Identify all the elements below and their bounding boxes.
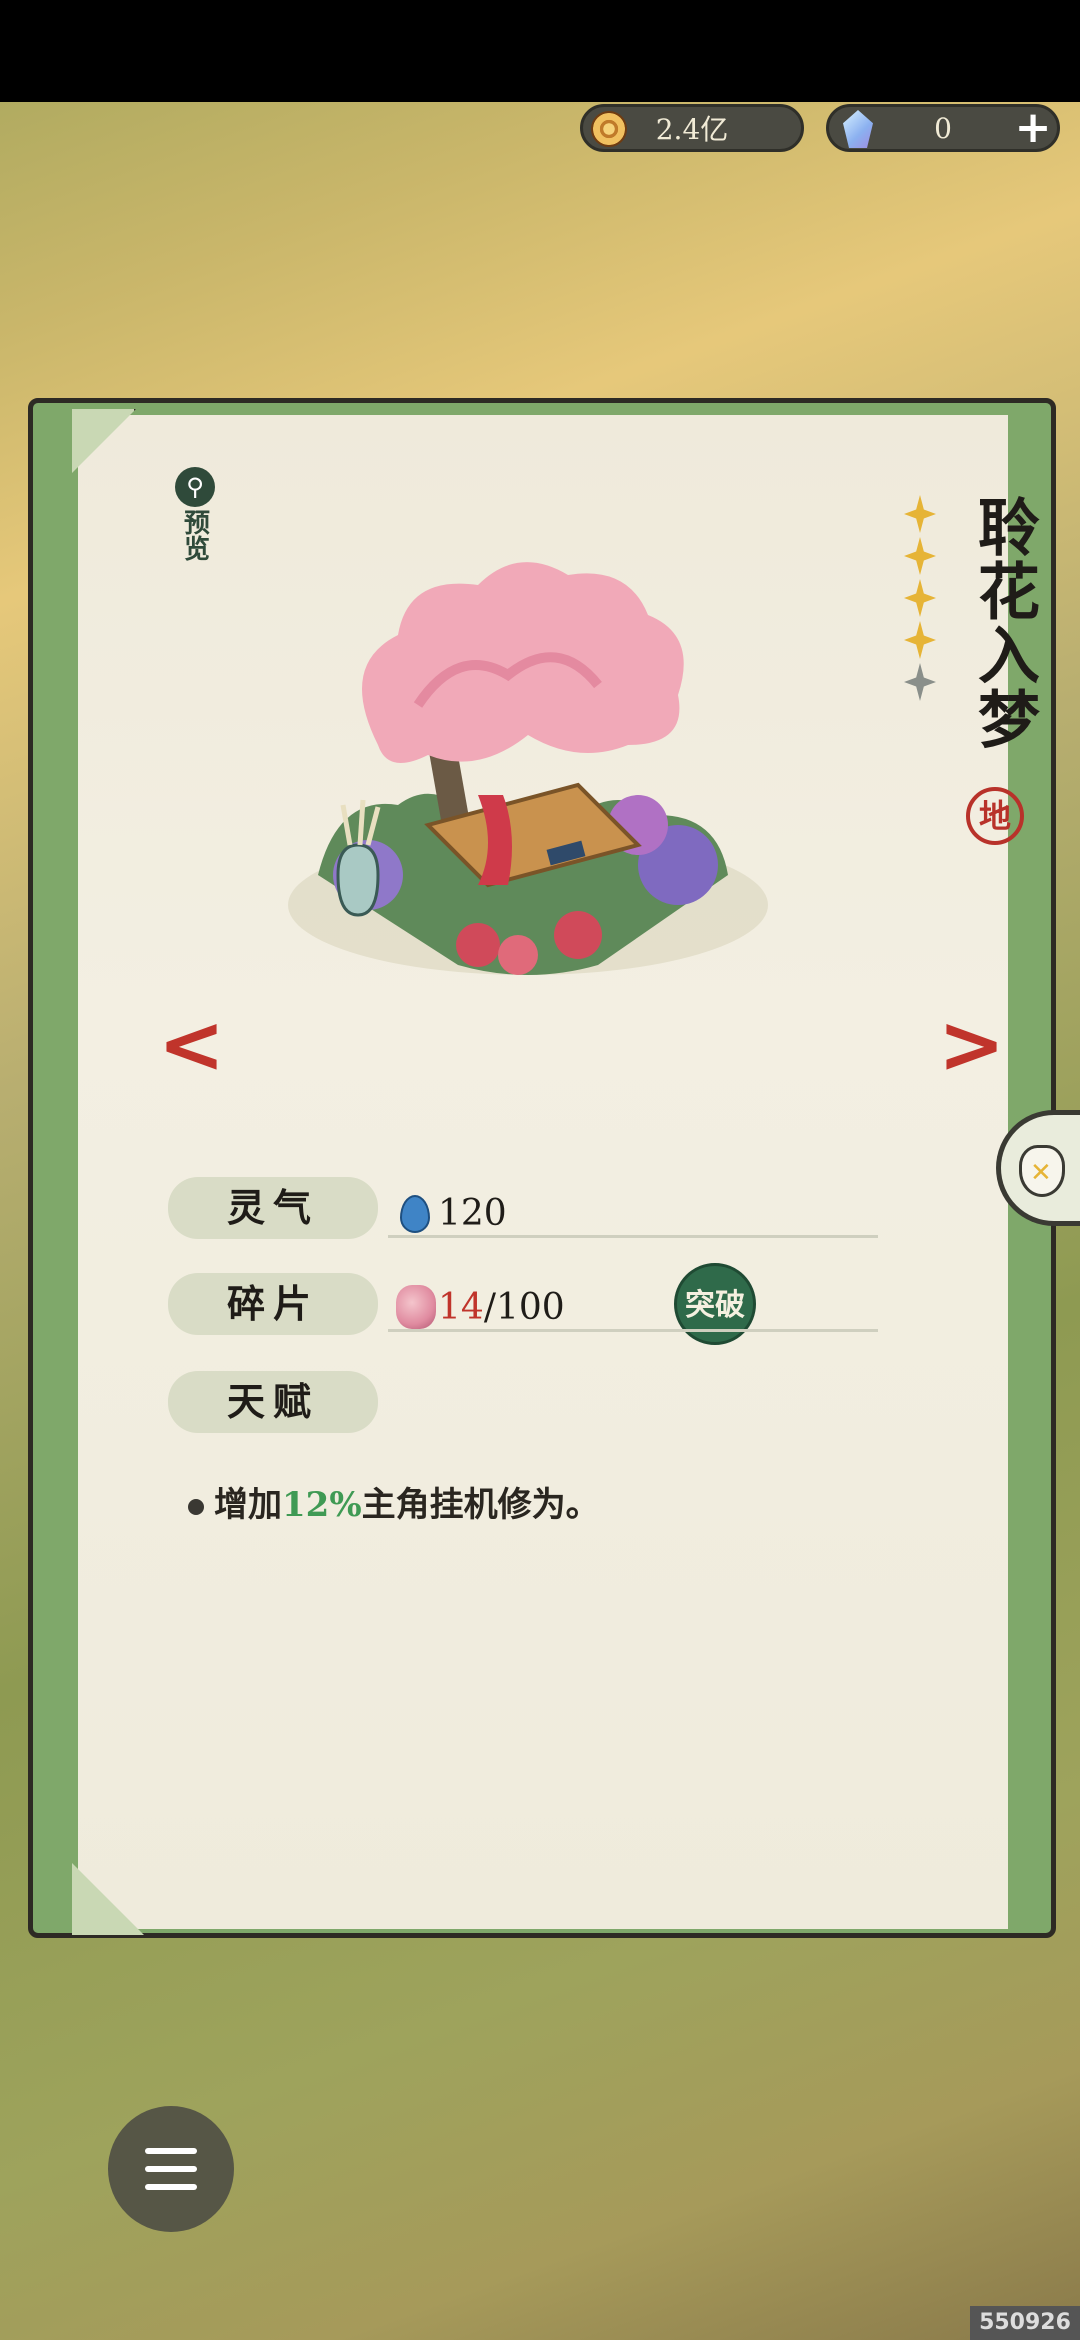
add-gems-button[interactable]: + — [1013, 106, 1053, 150]
coin-amount: 2.4亿 — [655, 113, 729, 146]
lingqi-value: 120 — [438, 1193, 507, 1234]
scroll-paper: ⚲ 预览 聆花入梦 地 < > 灵气 120 碎片 14/100 突破 天赋 增… — [72, 409, 1040, 1935]
grade-badge: 地 — [966, 787, 1024, 845]
shard-icon — [396, 1285, 436, 1329]
watermark: 550926 — [970, 2306, 1080, 2340]
star-empty-icon — [904, 663, 936, 701]
next-item-button[interactable]: > — [938, 1005, 1005, 1085]
shard-current: 14 — [438, 1287, 484, 1328]
scroll-corner-fold — [72, 1863, 144, 1935]
menu-icon — [145, 2166, 197, 2172]
item-scroll-card: ⚲ 预览 聆花入梦 地 < > 灵气 120 碎片 14/100 突破 天赋 增… — [28, 398, 1056, 1938]
talent-text-before: 增加 — [214, 1485, 282, 1525]
main-menu-button[interactable] — [108, 2106, 234, 2232]
copper-coin-icon — [591, 111, 627, 147]
shard-total: /100 — [483, 1287, 565, 1328]
cherry-blossom-garden-illustration — [288, 562, 768, 975]
preview-button[interactable]: ⚲ 预览 — [173, 467, 217, 561]
item-title: 聆花入梦 — [967, 495, 1040, 751]
lingqi-label: 灵气 — [168, 1177, 378, 1239]
coin-balance: 2.4亿 — [580, 104, 804, 152]
breakthrough-button[interactable]: 突破 — [674, 1263, 756, 1345]
scroll-corner-fold — [72, 409, 136, 473]
star-filled-icon — [904, 537, 936, 575]
shard-label: 碎片 — [168, 1273, 378, 1335]
shard-count: 14/100 — [438, 1287, 565, 1328]
preview-label: 预览 — [179, 509, 210, 561]
previous-item-button[interactable]: < — [158, 1005, 225, 1085]
spirit-companion-icon — [1019, 1145, 1065, 1197]
talent-label: 天赋 — [168, 1371, 378, 1433]
talent-highlight: 12% — [282, 1485, 362, 1525]
bullet-icon — [188, 1499, 204, 1515]
gem-amount: 0 — [934, 111, 952, 145]
star-rating — [904, 495, 944, 705]
star-filled-icon — [904, 495, 936, 533]
talent-text-after: 主角挂机修为。 — [361, 1485, 600, 1525]
water-drop-icon — [400, 1195, 430, 1233]
divider — [388, 1329, 878, 1332]
status-bar — [0, 0, 1080, 102]
crystal-gem-icon — [843, 110, 873, 148]
menu-icon — [145, 2184, 197, 2190]
talent-description: 增加12%主角挂机修为。 — [188, 1477, 600, 1526]
magnifier-icon: ⚲ — [175, 467, 215, 507]
gem-balance: 0 + — [826, 104, 1060, 152]
star-filled-icon — [904, 579, 936, 617]
star-filled-icon — [904, 621, 936, 659]
divider — [388, 1235, 878, 1238]
menu-icon — [145, 2148, 197, 2154]
